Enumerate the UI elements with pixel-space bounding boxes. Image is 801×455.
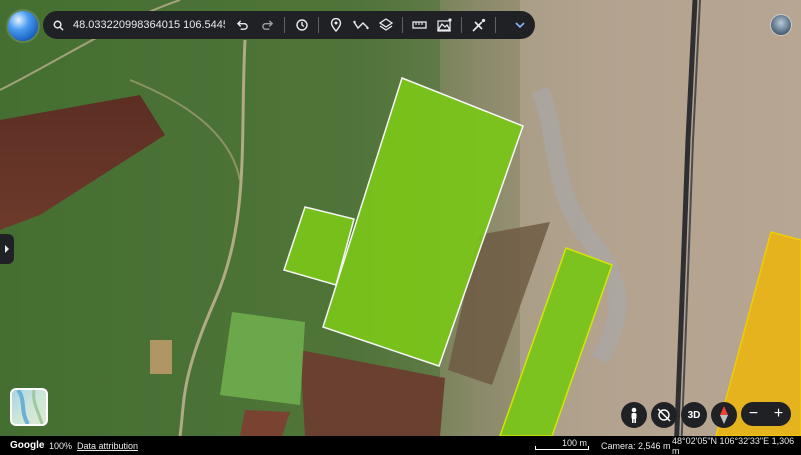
toolbar-divider — [284, 17, 285, 33]
zoom-out-button[interactable]: − — [749, 406, 758, 422]
measure-button[interactable] — [407, 11, 432, 39]
earth-menu-button[interactable] — [8, 11, 38, 41]
toolbar-divider — [402, 17, 403, 33]
google-logo: Google — [10, 440, 45, 451]
redo-button[interactable] — [255, 11, 280, 39]
rotate-icon — [657, 408, 671, 422]
satellite-map[interactable] — [0, 0, 801, 455]
zoom-percentage: 100% — [49, 440, 73, 451]
add-placemark-button[interactable] — [323, 11, 348, 39]
top-toolbar — [43, 11, 535, 39]
cursor-coordinates: 48°02'05"N 106°32'33"E 1,306 m — [672, 435, 795, 455]
add-image-icon — [437, 18, 452, 32]
scale-bar: 100 m — [535, 438, 589, 450]
search-input[interactable] — [73, 19, 225, 31]
tilt-button[interactable] — [651, 402, 677, 428]
toolbar-divider — [461, 17, 462, 33]
layers-icon — [378, 18, 393, 31]
add-path-button[interactable] — [348, 11, 373, 39]
redo-icon — [262, 19, 274, 30]
status-bar: Google 100% Data attribution 100 m Camer… — [0, 436, 801, 455]
compass-button[interactable] — [711, 402, 737, 428]
chevron-right-icon — [5, 245, 9, 253]
compass-icon — [720, 406, 728, 424]
history-icon — [295, 19, 308, 31]
ruler-icon — [412, 21, 427, 29]
tools-button[interactable] — [466, 11, 491, 39]
undo-button[interactable] — [230, 11, 255, 39]
pegman-icon — [631, 407, 637, 423]
history-button[interactable] — [289, 11, 314, 39]
layers-button[interactable] — [373, 11, 398, 39]
scale-line — [535, 446, 589, 450]
toggle-3d-button[interactable]: 3D — [681, 402, 707, 428]
data-attribution-link[interactable]: Data attribution — [77, 441, 138, 451]
path-icon — [352, 20, 369, 30]
zoom-in-button[interactable]: + — [774, 406, 783, 422]
street-view-button[interactable] — [621, 402, 647, 428]
more-options-button[interactable] — [507, 11, 533, 39]
search-icon[interactable] — [53, 20, 64, 31]
tools-icon — [472, 18, 486, 32]
map-style-thumbnail[interactable] — [10, 388, 48, 426]
search-box[interactable] — [43, 11, 230, 39]
avatar[interactable] — [770, 14, 792, 36]
side-panel-toggle[interactable] — [0, 234, 14, 264]
add-image-button[interactable] — [432, 11, 457, 39]
camera-altitude: Camera: 2,546 m — [601, 440, 671, 451]
undo-icon — [236, 19, 248, 30]
toolbar-divider — [495, 17, 496, 33]
map-thumbnail-icon — [16, 390, 44, 424]
zoom-controls: − + — [741, 402, 791, 426]
chevron-down-icon — [515, 21, 525, 28]
placemark-icon — [330, 18, 341, 32]
toolbar-divider — [318, 17, 319, 33]
